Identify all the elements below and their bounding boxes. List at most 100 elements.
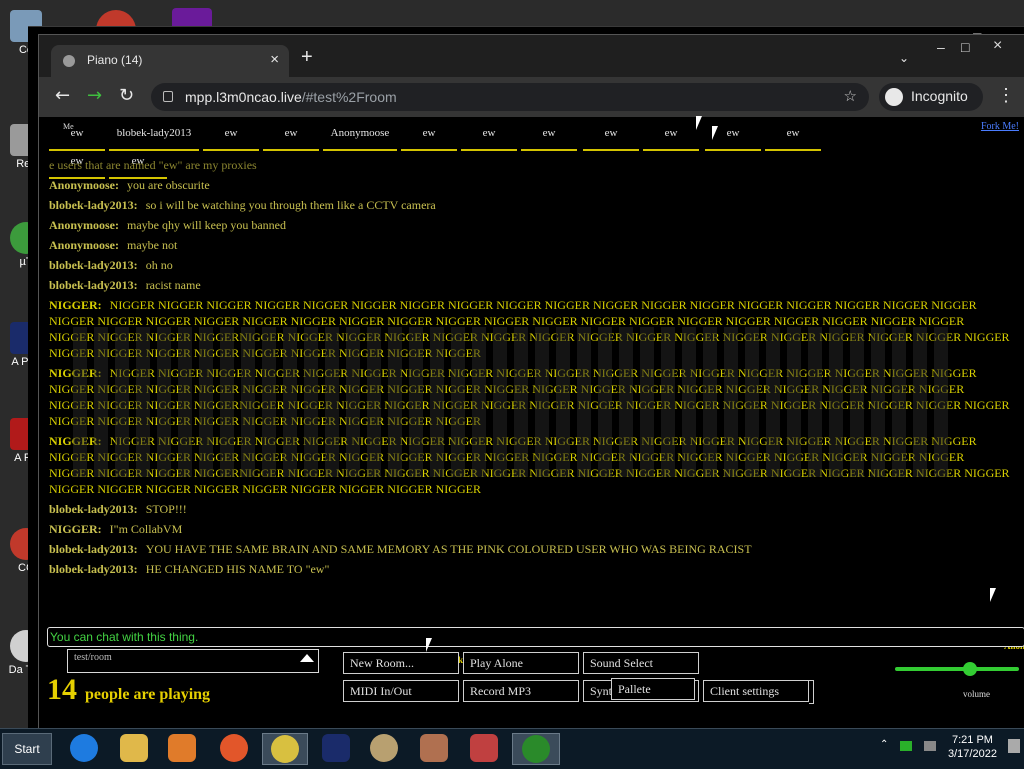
piano-page: Fork Me! Me ew blobek-lady2013 ew ew Ano… [39,117,1024,729]
globe-icon [63,55,75,67]
volume-muted-icon[interactable] [924,741,936,751]
chat-author: NIGGER: [49,298,102,312]
volume-knob[interactable] [963,662,977,676]
chat-text: so i will be watching you through them l… [145,198,436,212]
network-icon[interactable] [900,741,912,751]
show-desktop-button[interactable] [1008,739,1020,753]
photoshop-icon [322,734,350,762]
record-mp3-button[interactable]: Record MP3 [463,680,579,702]
taskbar-app[interactable] [416,733,452,763]
taskbar-app[interactable] [466,733,502,763]
new-tab-button[interactable]: + [301,47,313,67]
forward-icon[interactable]: → [87,85,102,106]
url-path: /#test%2Froom [301,89,397,105]
client-settings-button[interactable]: Client settings [703,680,809,702]
chat-author: blobek-lady2013: [49,502,138,516]
play-alone-button[interactable]: Play Alone [463,652,579,674]
user-box[interactable]: ew [461,123,517,151]
user-name: ew [664,127,678,139]
tab-title: Piano (14) [87,53,143,67]
midi-button[interactable]: MIDI In/Out [343,680,459,702]
user-box[interactable]: ew [203,123,259,151]
room-select[interactable]: test/room [67,649,319,673]
tab-close-icon[interactable]: × [270,51,279,68]
user-name: ew [284,127,298,139]
taskbar-app[interactable] [164,733,200,763]
firefox-icon [220,734,248,762]
reload-icon[interactable]: ↻ [119,85,134,106]
tab-piano[interactable]: Piano (14) × [51,45,289,77]
chat-author: blobek-lady2013: [49,542,138,556]
clock[interactable]: 7:21 PM 3/17/2022 [948,733,997,761]
chat-text: HE CHANGED HIS NAME TO "ew" [145,562,330,576]
chat-message: e users that are named "ew" are my proxi… [49,157,1011,173]
user-box[interactable]: ew [765,123,821,151]
fork-me-link[interactable]: Fork Me! [981,121,1019,132]
address-bar[interactable]: mpp.l3m0ncao.live/#test%2Froom ☆ [151,83,869,111]
clock-date: 3/17/2022 [948,748,997,760]
user-box[interactable]: blobek-lady2013 [109,123,199,151]
taskbar-app[interactable] [66,733,102,763]
button-edge [809,680,814,704]
cursor-icon [990,588,996,602]
chat-message: blobek-lady2013: YOU HAVE THE SAME BRAIN … [49,541,1011,557]
cursor-icon [712,126,718,140]
chat-message: NIGGER: NIGGER NIGGER NIGGER NIGGER NIGGE… [49,433,1011,497]
user-box[interactable]: ew [401,123,457,151]
volume-slider[interactable] [895,662,1019,676]
chat-author: NIGGER: [49,434,102,448]
volume-label: volume [963,689,990,699]
user-name: ew [604,127,618,139]
chat-message: blobek-lady2013: STOP!!! [49,501,1011,517]
chat-text: NIGGER NIGGER NIGGER NIGGER NIGGER NIGGE… [49,366,1010,428]
me-tag: Me [63,122,74,131]
taskbar-app[interactable] [116,733,152,763]
user-box[interactable]: Me ew [49,122,105,151]
tray-expand-icon[interactable]: ⌃ [880,739,888,750]
chat-message: blobek-lady2013: oh no [49,257,1011,273]
chat-text: YOU HAVE THE SAME BRAIN AND SAME MEMORY … [145,542,752,556]
user-box[interactable]: ew [643,123,699,151]
back-icon[interactable]: ← [55,85,70,106]
user-box[interactable]: ew [521,123,577,151]
user-name: ew [422,127,436,139]
start-button[interactable]: Start [2,733,52,765]
chat-input[interactable]: You can chat with this thing. [47,627,1024,647]
maximize-button[interactable]: □ [961,39,969,55]
taskbar-app[interactable] [216,733,252,763]
start-label: Start [14,742,40,756]
menu-kebab-icon[interactable]: ⋮ [997,85,1015,106]
user-name: ew [224,127,238,139]
taskbar-app-active[interactable] [262,733,308,765]
chat-text: oh no [145,258,173,272]
incognito-badge[interactable]: Incognito [879,83,983,111]
user-box[interactable]: Anonymoose [323,123,397,151]
chat-author: blobek-lady2013: [49,562,138,576]
chat-message: blobek-lady2013: racist name [49,277,1011,293]
minimize-button[interactable]: – [937,39,945,55]
system-tray: ⌃ 7:21 PM 3/17/2022 [872,729,1022,769]
sound-select-button[interactable]: Sound Select [583,652,699,674]
taskbar-app[interactable] [366,733,402,763]
tab-strip: Piano (14) × + ⌄ – □ × [39,35,1024,77]
user-box[interactable]: ew [583,123,639,151]
url-text: mpp.l3m0ncao.live/#test%2Froom [185,89,397,105]
tools-icon [470,734,498,762]
chat-message: NIGGER: NIGGER NIGGER NIGGER NIGGER NIGGE… [49,365,1011,429]
chat-message: blobek-lady2013: HE CHANGED HIS NAME TO "… [49,561,1011,577]
tab-search-chevron-icon[interactable]: ⌄ [899,51,909,66]
incognito-icon [885,88,903,106]
taskbar-app[interactable] [318,733,354,763]
cursor-icon [426,638,432,652]
user-name: ew [542,127,556,139]
new-room-button[interactable]: New Room... [343,652,459,674]
chat-author: blobek-lady2013: [49,198,138,212]
chat-text: racist name [145,278,201,292]
close-window-button[interactable]: × [993,37,1002,55]
lock-icon [163,91,173,102]
pallete-button[interactable]: Pallete [611,678,695,700]
bookmark-star-icon[interactable]: ☆ [844,87,857,106]
taskbar-app-active[interactable] [512,733,560,765]
user-box[interactable]: ew [263,123,319,151]
chat-author: Anonymoose: [49,238,120,252]
